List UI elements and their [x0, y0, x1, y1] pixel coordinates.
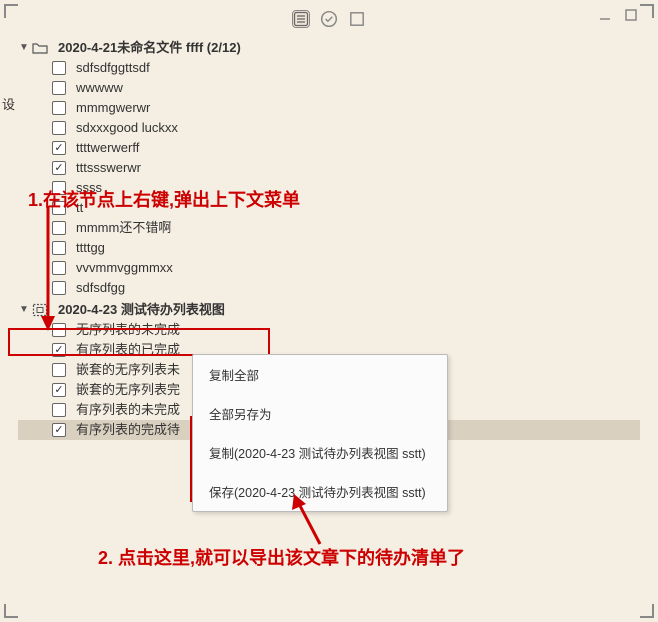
list-item[interactable]: tttssswerwr	[18, 158, 640, 178]
dashed-box-icon	[32, 302, 48, 318]
expand-icon[interactable]: ▼	[18, 300, 30, 320]
checkbox[interactable]	[52, 423, 66, 437]
list-item[interactable]: 无序列表的未完成	[18, 320, 640, 340]
checkbox[interactable]	[52, 61, 66, 75]
corner-bl	[4, 604, 18, 618]
list-item[interactable]: sdxxxgood luckxx	[18, 118, 640, 138]
item-label: mmmm还不错啊	[76, 218, 171, 238]
maximize-icon[interactable]	[624, 8, 638, 22]
list-item[interactable]: ssss	[18, 178, 640, 198]
list-item[interactable]: mmmgwerwr	[18, 98, 640, 118]
menu-copy-all[interactable]: 复制全部	[193, 355, 447, 394]
minimize-icon[interactable]	[598, 8, 612, 22]
list-item[interactable]: tt	[18, 198, 640, 218]
item-label: sdfsdfgg	[76, 278, 125, 298]
item-label: 有序列表的未完成	[76, 400, 180, 420]
checkbox[interactable]	[52, 221, 66, 235]
item-label: ttttgg	[76, 238, 105, 258]
checkbox[interactable]	[52, 201, 66, 215]
list-item[interactable]: ttttgg	[18, 238, 640, 258]
list-item[interactable]: vvvmmvggmmxx	[18, 258, 640, 278]
checkbox[interactable]	[52, 323, 66, 337]
checkbox[interactable]	[52, 101, 66, 115]
item-label: ssss	[76, 178, 102, 198]
item-label: sdxxxgood luckxx	[76, 118, 178, 138]
item-label: 无序列表的未完成	[76, 320, 180, 340]
menu-save-item[interactable]: 保存(2020-4-23 测试待办列表视图 sstt)	[193, 472, 447, 511]
list-item[interactable]: mmmm还不错啊	[18, 218, 640, 238]
check-circle-icon[interactable]	[320, 10, 338, 28]
toolbar	[0, 6, 658, 32]
checkbox[interactable]	[52, 261, 66, 275]
item-label: vvvmmvggmmxx	[76, 258, 173, 278]
list-item[interactable]: wwwww	[18, 78, 640, 98]
checkbox[interactable]	[52, 161, 66, 175]
checkbox[interactable]	[52, 383, 66, 397]
checkbox[interactable]	[52, 281, 66, 295]
checkbox[interactable]	[52, 241, 66, 255]
checkbox[interactable]	[52, 141, 66, 155]
folder-label: 2020-4-23 测试待办列表视图	[58, 300, 225, 320]
item-label: 嵌套的无序列表完	[76, 380, 180, 400]
window-controls	[598, 8, 638, 22]
folder-row-1[interactable]: ▼ 2020-4-21未命名文件 ffff (2/12)	[18, 38, 640, 58]
expand-icon[interactable]: ▼	[18, 38, 30, 58]
item-label: wwwww	[76, 78, 123, 98]
settings-side-label: 设	[2, 94, 15, 113]
box-icon[interactable]	[348, 10, 366, 28]
item-label: ttttwerwerff	[76, 138, 139, 158]
item-label: 有序列表的已完成	[76, 340, 180, 360]
list-item[interactable]: sdfsdfgg	[18, 278, 640, 298]
folder-label: 2020-4-21未命名文件 ffff (2/12)	[58, 38, 241, 58]
corner-br	[640, 604, 654, 618]
checkbox[interactable]	[52, 363, 66, 377]
list-view-icon[interactable]	[292, 10, 310, 28]
item-label: mmmgwerwr	[76, 98, 150, 118]
folder-row-2[interactable]: ▼ 2020-4-23 测试待办列表视图	[18, 300, 640, 320]
menu-save-all-as[interactable]: 全部另存为	[193, 394, 447, 433]
checkbox[interactable]	[52, 181, 66, 195]
annotation-step2: 2. 点击这里,就可以导出该文章下的待办清单了	[98, 544, 465, 570]
item-label: 有序列表的完成待	[76, 420, 180, 440]
checkbox[interactable]	[52, 343, 66, 357]
item-label: 嵌套的无序列表未	[76, 360, 180, 380]
context-menu: 复制全部 全部另存为 复制(2020-4-23 测试待办列表视图 sstt) 保…	[192, 354, 448, 512]
item-label: sdfsdfggttsdf	[76, 58, 150, 78]
item-label: tt	[76, 198, 83, 218]
menu-copy-item[interactable]: 复制(2020-4-23 测试待办列表视图 sstt)	[193, 433, 447, 472]
list-item[interactable]: ttttwerwerff	[18, 138, 640, 158]
checkbox[interactable]	[52, 121, 66, 135]
list-item[interactable]: sdfsdfggttsdf	[18, 58, 640, 78]
item-label: tttssswerwr	[76, 158, 141, 178]
checkbox[interactable]	[52, 81, 66, 95]
checkbox[interactable]	[52, 403, 66, 417]
folder-icon	[32, 40, 48, 56]
